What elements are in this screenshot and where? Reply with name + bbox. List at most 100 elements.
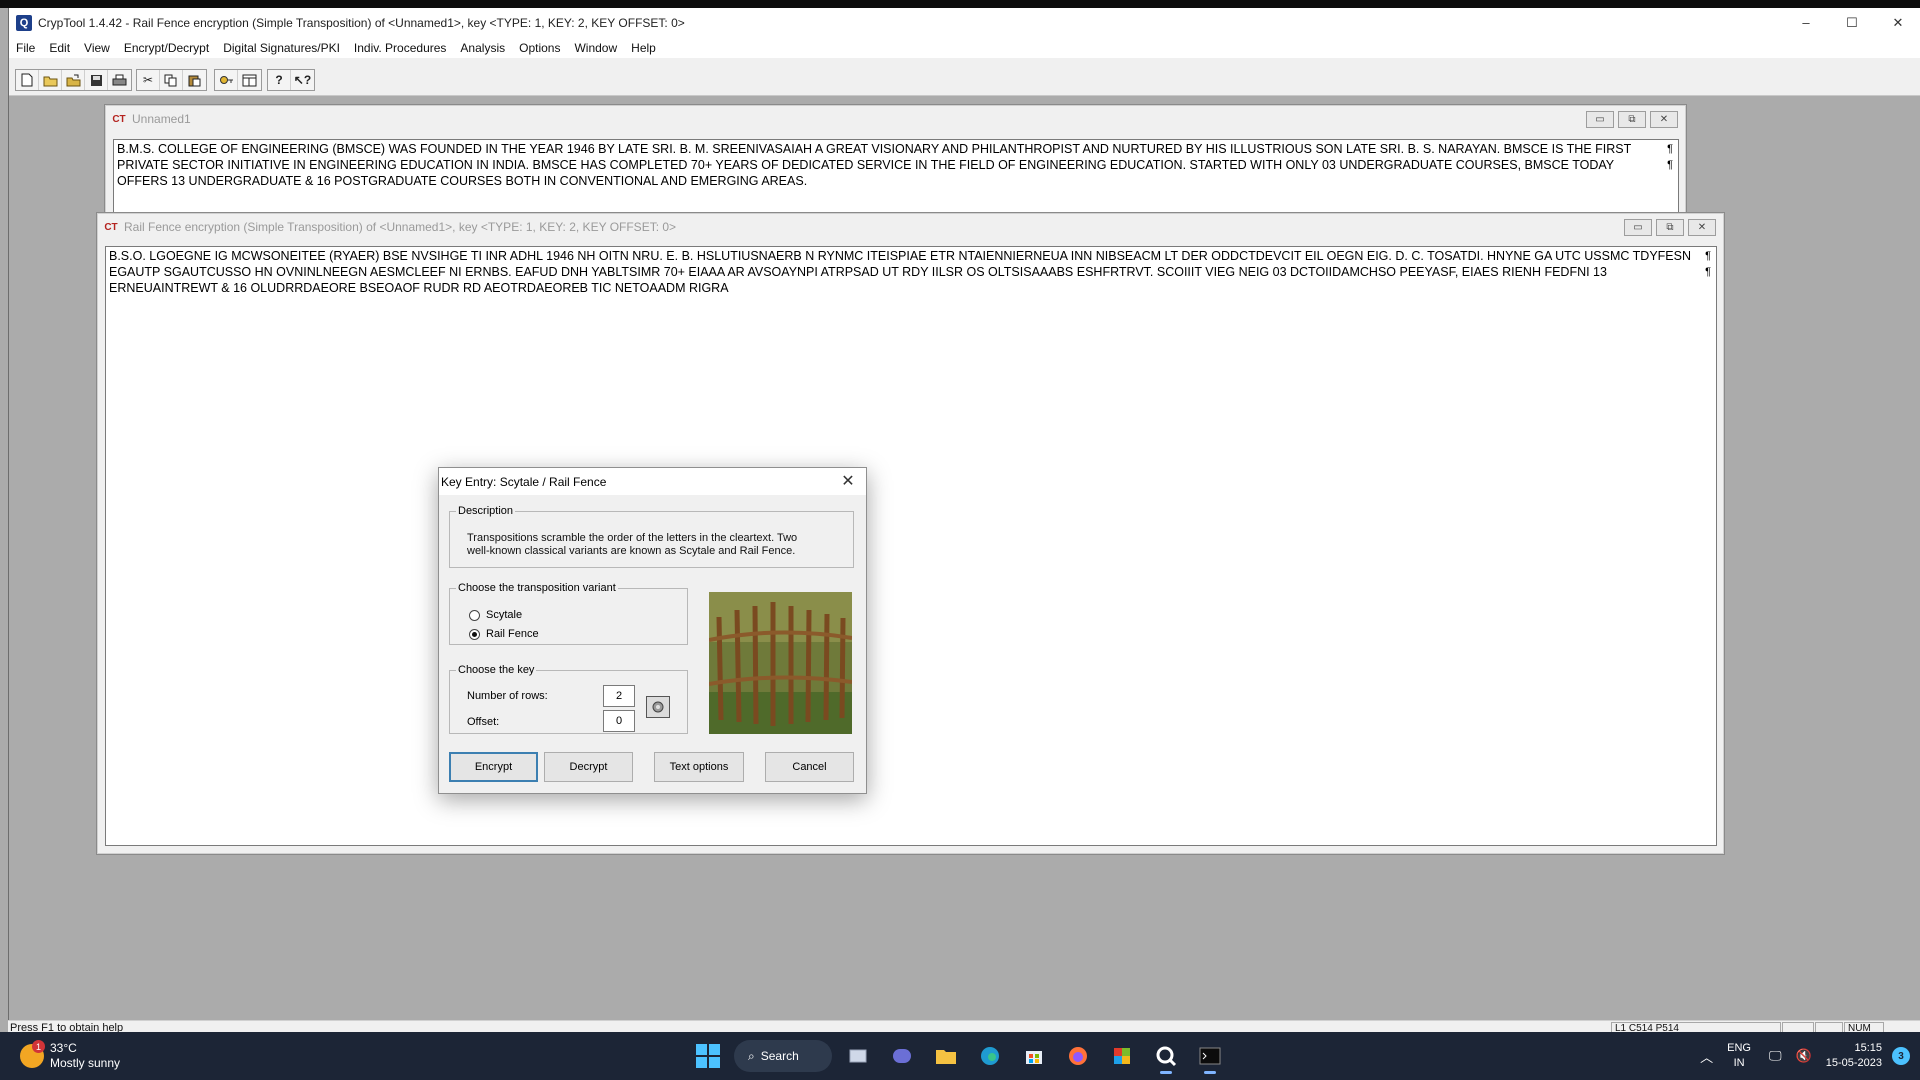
status-bar: Press F1 to obtain help L1 C514 P514 NUM xyxy=(8,1020,1920,1032)
radio-scytale[interactable]: Scytale xyxy=(469,609,522,621)
copy-icon[interactable] xyxy=(160,70,183,90)
plaintext-content: B.M.S. COLLEGE OF ENGINEERING (BMSCE) WA… xyxy=(117,142,1632,188)
weather-widget[interactable]: 1 33°C Mostly sunny xyxy=(20,1040,120,1071)
toolbar-file-group xyxy=(15,69,132,91)
toolbar-help-group: ? ↖? xyxy=(267,69,315,91)
context-help-icon[interactable]: ↖? xyxy=(291,70,314,90)
file-explorer-icon[interactable] xyxy=(928,1038,964,1074)
microsoft-store-icon[interactable] xyxy=(1016,1038,1052,1074)
notification-badge[interactable]: 3 xyxy=(1892,1047,1910,1065)
dialog-close-icon[interactable]: ✕ xyxy=(838,471,858,491)
maximize-button[interactable]: ☐ xyxy=(1829,8,1875,37)
menu-view[interactable]: View xyxy=(84,41,110,55)
edge-browser-icon[interactable] xyxy=(972,1038,1008,1074)
text-options-button[interactable]: Text options xyxy=(654,752,744,782)
task-view-icon[interactable] xyxy=(840,1038,876,1074)
description-group: Description Transpositions scramble the … xyxy=(449,505,854,568)
taskbar-apps: ⌕ Search xyxy=(690,1038,1228,1074)
lang-top: ENG xyxy=(1727,1042,1751,1054)
menu-options[interactable]: Options xyxy=(519,41,560,55)
office-app-icon[interactable] xyxy=(1104,1038,1140,1074)
description-legend: Description xyxy=(458,505,514,517)
weather-badge: 1 xyxy=(32,1040,45,1053)
menu-analysis[interactable]: Analysis xyxy=(460,41,505,55)
paragraph-mark: ¶ xyxy=(1705,266,1711,278)
clock-date: 15-05-2023 xyxy=(1825,1057,1882,1069)
ciphertext-editor[interactable]: B.S.O. LGOEGNE IG MCWSONEITEE (RYAER) BS… xyxy=(105,246,1717,846)
cryptool-taskbar-icon[interactable] xyxy=(1148,1038,1184,1074)
minimize-button[interactable]: – xyxy=(1783,8,1829,37)
clock-time: 15:15 xyxy=(1854,1042,1882,1054)
open-folder-icon[interactable] xyxy=(62,70,85,90)
rows-label: Number of rows: xyxy=(467,690,548,702)
menu-file[interactable]: File xyxy=(16,41,35,55)
menu-digital-signatures[interactable]: Digital Signatures/PKI xyxy=(223,41,340,55)
railfence-close-button[interactable]: ✕ xyxy=(1688,219,1716,236)
offset-input[interactable]: 0 xyxy=(603,710,635,732)
window-icon[interactable] xyxy=(238,70,261,90)
key-icon[interactable] xyxy=(215,70,238,90)
radio-scytale-label: Scytale xyxy=(486,609,523,621)
unnamed1-window-controls: ▭ ⧉ ✕ xyxy=(1586,111,1678,128)
unnamed1-minimize-button[interactable]: ▭ xyxy=(1586,111,1614,128)
cancel-button[interactable]: Cancel xyxy=(765,752,854,782)
plaintext-editor[interactable]: B.M.S. COLLEGE OF ENGINEERING (BMSCE) WA… xyxy=(113,139,1679,219)
save-icon[interactable] xyxy=(85,70,108,90)
menu-help[interactable]: Help xyxy=(631,41,656,55)
weather-text: 33°C Mostly sunny xyxy=(50,1041,120,1071)
menu-edit[interactable]: Edit xyxy=(49,41,70,55)
menu-bar: File Edit View Encrypt/Decrypt Digital S… xyxy=(9,37,1920,58)
volume-muted-icon[interactable]: 🔇 xyxy=(1796,1048,1812,1064)
new-icon[interactable] xyxy=(16,70,39,90)
firefox-icon[interactable] xyxy=(1060,1038,1096,1074)
help-icon[interactable]: ? xyxy=(268,70,291,90)
railfence-restore-button[interactable]: ⧉ xyxy=(1656,219,1684,236)
variant-legend: Choose the transposition variant xyxy=(458,582,616,594)
rail-fence-image xyxy=(709,592,852,734)
radio-railfence-circle[interactable] xyxy=(469,628,480,640)
cut-icon[interactable]: ✂ xyxy=(137,70,160,90)
status-cell-empty-2 xyxy=(1815,1022,1843,1032)
clock[interactable]: 15:15 15-05-2023 xyxy=(1826,1041,1882,1071)
terminal-icon[interactable] xyxy=(1192,1038,1228,1074)
weather-temp: 33°C xyxy=(50,1041,77,1055)
key-entry-dialog: Key Entry: Scytale / Rail Fence ✕ Descri… xyxy=(438,467,867,794)
railfence-minimize-button[interactable]: ▭ xyxy=(1624,219,1652,236)
menu-window[interactable]: Window xyxy=(574,41,617,55)
radio-railfence-label: Rail Fence xyxy=(486,628,539,640)
menu-indiv-procedures[interactable]: Indiv. Procedures xyxy=(354,41,447,55)
taskbar: 1 33°C Mostly sunny ⌕ Search ︿ ENG IN 🖵 … xyxy=(0,1032,1920,1080)
network-icon[interactable]: 🖵 xyxy=(1769,1048,1782,1064)
decrypt-button[interactable]: Decrypt xyxy=(544,752,633,782)
unnamed1-titlebar[interactable]: CT Unnamed1 ▭ ⧉ ✕ xyxy=(105,105,1686,133)
paragraph-mark: ¶ xyxy=(1667,159,1673,171)
ciphertext-content: B.S.O. LGOEGNE IG MCWSONEITEE (RYAER) BS… xyxy=(109,249,1691,295)
close-button[interactable]: ✕ xyxy=(1875,8,1920,37)
system-tray: ︿ ENG IN 🖵 🔇 15:15 15-05-2023 3 xyxy=(1700,1032,1920,1080)
radio-scytale-circle[interactable] xyxy=(469,609,480,621)
windows-start-icon[interactable] xyxy=(690,1038,726,1074)
railfence-window-controls: ▭ ⧉ ✕ xyxy=(1624,219,1716,236)
language-indicator[interactable]: ENG IN xyxy=(1727,1041,1751,1071)
railfence-window: CT Rail Fence encryption (Simple Transpo… xyxy=(96,212,1725,855)
railfence-titlebar[interactable]: CT Rail Fence encryption (Simple Transpo… xyxy=(97,213,1724,241)
unnamed1-restore-button[interactable]: ⧉ xyxy=(1618,111,1646,128)
status-position: L1 C514 P514 xyxy=(1611,1022,1781,1032)
print-icon[interactable] xyxy=(108,70,131,90)
unnamed1-close-button[interactable]: ✕ xyxy=(1650,111,1678,128)
taskbar-search[interactable]: ⌕ Search xyxy=(734,1040,832,1072)
encrypt-button[interactable]: Encrypt xyxy=(449,752,538,782)
menu-encrypt-decrypt[interactable]: Encrypt/Decrypt xyxy=(124,41,209,55)
search-icon: ⌕ xyxy=(748,1048,755,1063)
cryptool-doc-icon: CT xyxy=(104,221,118,233)
chevron-up-icon[interactable]: ︿ xyxy=(1700,1047,1713,1066)
radio-railfence[interactable]: Rail Fence xyxy=(469,628,539,640)
app-titlebar[interactable]: Q CrypTool 1.4.42 - Rail Fence encryptio… xyxy=(9,8,1920,37)
teams-chat-icon[interactable] xyxy=(884,1038,920,1074)
railfence-title: Rail Fence encryption (Simple Transposit… xyxy=(124,220,677,234)
dialog-titlebar[interactable]: Key Entry: Scytale / Rail Fence ✕ xyxy=(439,468,866,495)
open-icon[interactable] xyxy=(39,70,62,90)
gear-icon[interactable] xyxy=(646,696,670,718)
rows-input[interactable]: 2 xyxy=(603,685,635,707)
paste-icon[interactable] xyxy=(183,70,206,90)
